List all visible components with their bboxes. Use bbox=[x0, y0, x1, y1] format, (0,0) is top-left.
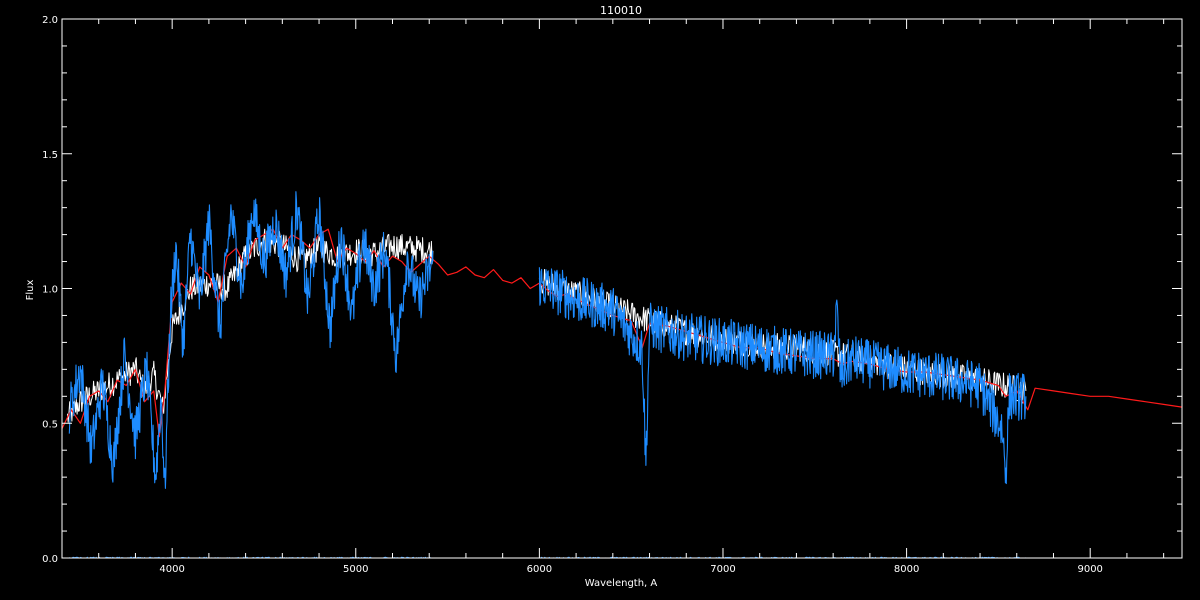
x-tick-label: 6000 bbox=[527, 564, 552, 575]
x-tick-label: 5000 bbox=[343, 564, 368, 575]
x-tick-label: 9000 bbox=[1077, 564, 1102, 575]
y-tick-label: 1.5 bbox=[42, 150, 58, 161]
y-tick-label: 1.0 bbox=[42, 285, 58, 296]
chart-title: 110010 bbox=[600, 4, 642, 17]
x-tick-label: 7000 bbox=[710, 564, 735, 575]
x-axis-title: Wavelength, A bbox=[585, 578, 658, 589]
x-tick-label: 4000 bbox=[159, 564, 184, 575]
y-tick-label: 2.0 bbox=[42, 15, 58, 26]
y-tick-label: 0.5 bbox=[42, 419, 58, 430]
y-tick-label: 0.0 bbox=[42, 554, 58, 565]
spectrum-chart: 110010 4000 5000 6000 7000 8000 9000 0.0 0.5 1.0… bbox=[0, 0, 1200, 600]
y-axis-title: Flux bbox=[25, 280, 36, 301]
x-tick-label: 8000 bbox=[894, 564, 919, 575]
